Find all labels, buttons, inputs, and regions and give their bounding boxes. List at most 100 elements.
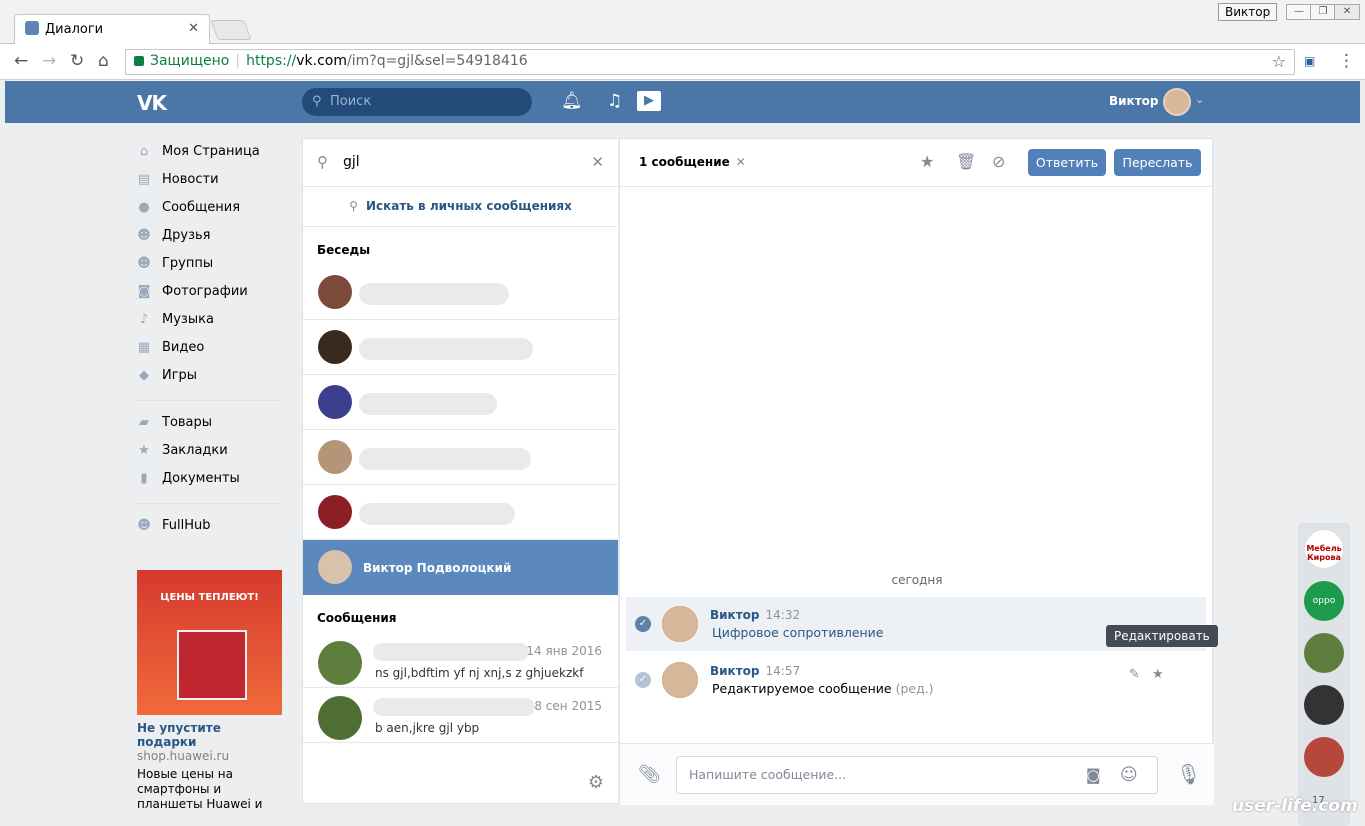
blurred-name xyxy=(359,338,533,360)
url-path: /im?q=gjl&sel=54918416 xyxy=(347,53,528,69)
conversation-item[interactable] xyxy=(303,485,618,540)
author-name[interactable]: Виктор xyxy=(710,664,760,678)
sidebar-item-messages[interactable]: ● Сообщения xyxy=(135,196,285,224)
address-bar[interactable]: Защищено | https://vk.com/im?q=gjl&sel=549… xyxy=(125,49,1295,75)
sidebar-item-games[interactable]: ◆ Игры xyxy=(135,364,285,392)
sidebar-item-documents[interactable]: ▮ Документы xyxy=(135,467,285,495)
chevron-down-icon[interactable]: ⌄ xyxy=(1195,93,1204,106)
blurred-name xyxy=(373,643,529,661)
sidebar-item-fullhub[interactable]: ☻ FullHub xyxy=(135,514,285,542)
gear-icon[interactable]: ⚙ xyxy=(588,772,604,793)
message-time: 14:32 xyxy=(765,608,801,622)
new-tab-button[interactable] xyxy=(210,20,252,40)
edit-tooltip: Редактировать xyxy=(1106,625,1218,647)
clear-search-icon[interactable]: ✕ xyxy=(591,153,604,171)
search-icon: ⚲ xyxy=(312,94,322,109)
maximize-button[interactable]: ❐ xyxy=(1310,4,1336,20)
chat-header: 1 сообщение ✕ ★ 🗑︎ ⊘ Ответить Переслать xyxy=(620,139,1212,187)
sidebar-item-label: Музыка xyxy=(162,312,214,327)
bookmark-star-icon[interactable]: ☆ xyxy=(1272,52,1286,71)
blurred-name xyxy=(359,448,531,470)
extension-icon[interactable]: ▣ xyxy=(1304,54,1315,68)
emoji-icon[interactable]: ☺ xyxy=(1120,765,1138,785)
close-window-button[interactable]: ✕ xyxy=(1334,4,1360,20)
sidebar-item-music[interactable]: ♪ Музыка xyxy=(135,308,285,336)
author-name[interactable]: Виктор xyxy=(710,608,760,622)
check-icon[interactable]: ✓ xyxy=(635,672,651,688)
advertisement[interactable]: ЦЕНЫ ТЕПЛЕЮТ! Не упустите подарки shop.h… xyxy=(137,570,282,813)
vk-favicon-icon xyxy=(25,21,39,35)
avatar[interactable] xyxy=(662,606,698,642)
avatar xyxy=(318,696,362,740)
trash-icon[interactable]: 🗑︎ xyxy=(956,152,976,171)
sidebar-item-video[interactable]: ▦ Видео xyxy=(135,336,285,364)
profile-badge[interactable]: Виктор xyxy=(1218,3,1278,21)
block-icon[interactable]: ⊘ xyxy=(992,152,1005,171)
minimize-button[interactable]: — xyxy=(1286,4,1312,20)
stack-avatar[interactable] xyxy=(1304,633,1344,673)
star-icon[interactable]: ★ xyxy=(920,152,934,171)
deselect-icon[interactable]: ✕ xyxy=(736,155,746,169)
message-search-result[interactable]: 8 сен 2015 b aen,jkre gjl ybp xyxy=(303,688,618,743)
stack-avatar[interactable] xyxy=(1304,685,1344,725)
sidebar-item-label: Друзья xyxy=(162,228,211,243)
reply-button[interactable]: Ответить xyxy=(1028,149,1106,176)
avatar xyxy=(318,550,352,584)
sidebar-item-my-page[interactable]: ⌂ Моя Страница xyxy=(135,140,285,168)
sidebar-item-friends[interactable]: ☻ Друзья xyxy=(135,224,285,252)
message-date: 8 сен 2015 xyxy=(534,699,602,713)
stack-avatar[interactable] xyxy=(1304,737,1344,777)
sidebar-item-photos[interactable]: ◙ Фотографии xyxy=(135,280,285,308)
notifications-bell-icon[interactable]: 🔔︎ xyxy=(561,91,583,111)
sidebar-item-label: Игры xyxy=(162,368,198,383)
stack-avatar[interactable]: Мебель Кирова xyxy=(1304,529,1344,569)
message-search-result[interactable]: 14 янв 2016 ns gjl,bdftim yf nj xnj,s z g… xyxy=(303,633,618,688)
attach-icon[interactable]: 📎︎ xyxy=(638,764,661,785)
check-icon[interactable]: ✓ xyxy=(635,616,651,632)
ad-banner-image[interactable]: ЦЕНЫ ТЕПЛЕЮТ! xyxy=(137,570,282,715)
home-icon[interactable]: ⌂ xyxy=(98,51,109,71)
conversation-item[interactable] xyxy=(303,375,618,430)
messages-icon: ● xyxy=(138,200,150,215)
conversation-name: Виктор Подволоцкий xyxy=(363,561,512,575)
header-avatar[interactable] xyxy=(1163,88,1191,116)
dialogs-search-input[interactable]: ⚲ gjl ✕ xyxy=(303,139,618,187)
message-author[interactable]: Виктор 14:32 xyxy=(710,608,800,622)
tab-close-icon[interactable]: ✕ xyxy=(188,21,199,36)
conversation-item-selected[interactable]: Виктор Подволоцкий xyxy=(303,540,618,595)
ad-title[interactable]: Не упустите подарки xyxy=(137,721,282,749)
menu-dots-icon[interactable]: ⋮ xyxy=(1338,51,1355,71)
header-user-name[interactable]: Виктор xyxy=(1109,94,1159,108)
header-search-input[interactable]: ⚲ Поиск xyxy=(302,88,532,116)
games-icon: ◆ xyxy=(139,368,149,383)
search-icon: ⚲ xyxy=(317,153,328,171)
stack-avatar[interactable]: oppo xyxy=(1304,581,1344,621)
back-icon[interactable]: ← xyxy=(14,51,28,71)
sidebar-item-label: Видео xyxy=(162,340,205,355)
sidebar-item-label: Документы xyxy=(162,471,240,486)
camera-icon[interactable]: ◙ xyxy=(1086,766,1101,784)
pencil-icon[interactable]: ✎ xyxy=(1129,667,1140,682)
search-in-messages-button[interactable]: ⚲ Искать в личных сообщениях xyxy=(303,187,618,227)
star-icon[interactable]: ★ xyxy=(1152,667,1164,682)
forward-button[interactable]: Переслать xyxy=(1114,149,1201,176)
browser-tab[interactable]: Диалоги ✕ xyxy=(14,14,210,44)
avatar[interactable] xyxy=(662,662,698,698)
vk-logo[interactable]: VK xyxy=(137,91,167,115)
conversation-item[interactable] xyxy=(303,265,618,320)
video-icon: ▦ xyxy=(137,340,151,355)
music-note-icon[interactable]: ♫ xyxy=(607,91,622,111)
reload-icon[interactable]: ↻ xyxy=(70,51,84,71)
conversation-item[interactable] xyxy=(303,430,618,485)
sidebar-item-news[interactable]: ▤ Новости xyxy=(135,168,285,196)
conversation-item[interactable] xyxy=(303,320,618,375)
message-author[interactable]: Виктор 14:57 xyxy=(710,664,800,678)
sidebar-item-bookmarks[interactable]: ★ Закладки xyxy=(135,439,285,467)
blurred-name xyxy=(359,503,515,525)
sidebar-item-groups[interactable]: ☻ Группы xyxy=(135,252,285,280)
forward-icon[interactable]: → xyxy=(42,51,56,71)
play-icon[interactable]: ▶ xyxy=(637,91,661,111)
sidebar-item-goods[interactable]: ▰ Товары xyxy=(135,411,285,439)
microphone-icon[interactable]: 🎙︎ xyxy=(1176,762,1201,786)
chat-message[interactable]: ✓ Виктор 14:57 Редактируемое сообщение (р… xyxy=(626,653,1206,707)
